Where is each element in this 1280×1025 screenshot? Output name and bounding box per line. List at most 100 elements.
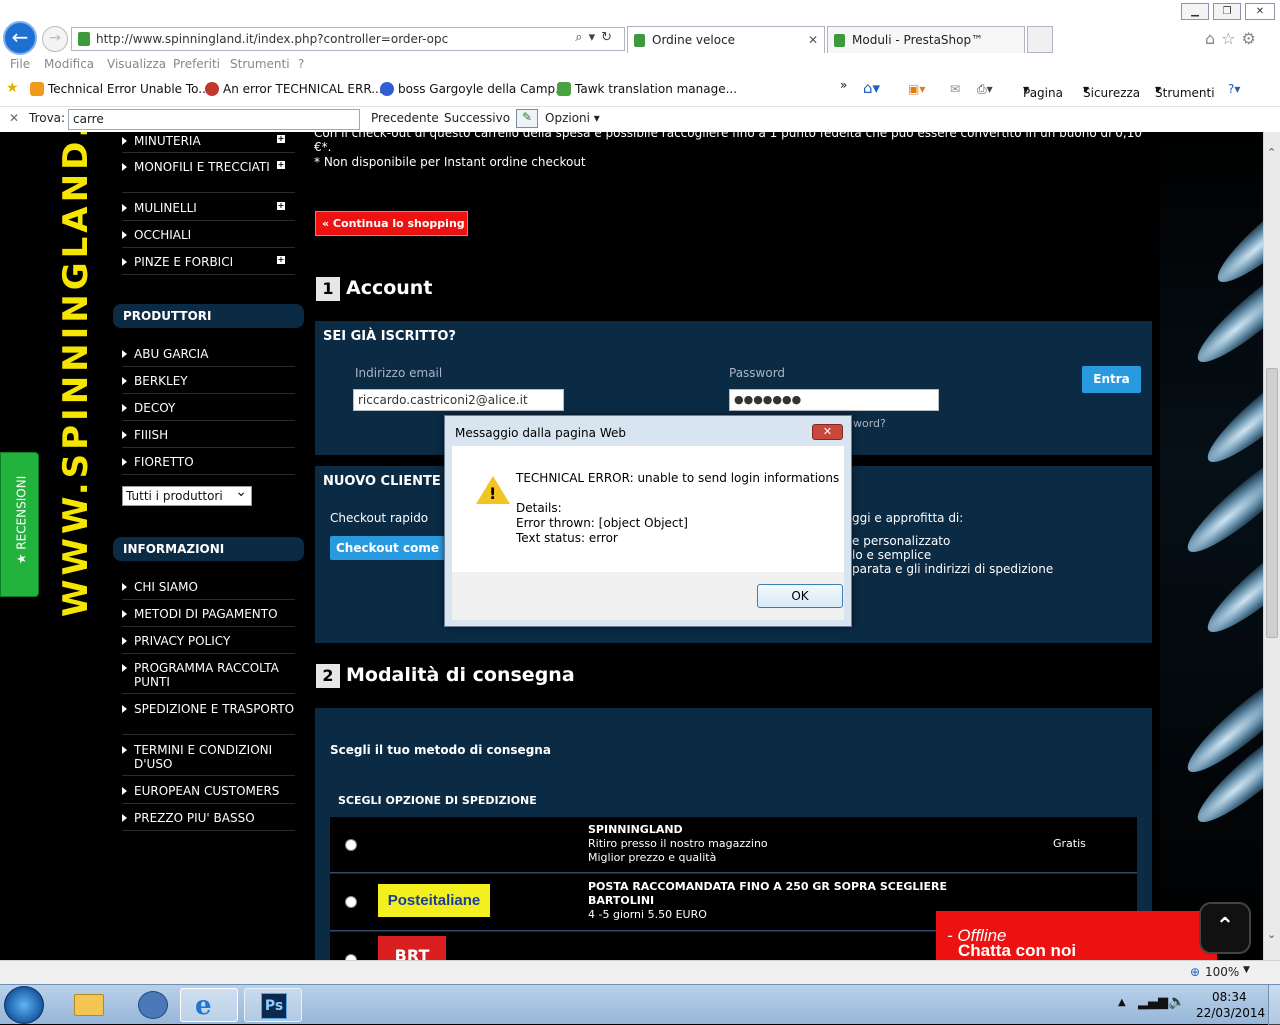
info-link[interactable]: TERMINI E CONDIZIONI D'USO — [122, 743, 295, 776]
category-pinze[interactable]: PINZE E FORBICI + — [122, 255, 295, 275]
taskbar-thunderbird-icon[interactable] — [122, 988, 182, 1022]
expand-plus-icon[interactable]: + — [277, 135, 285, 143]
taskbar-photoshop-icon[interactable]: Ps — [244, 988, 302, 1022]
shipping-detail: Miglior prezzo e qualità — [588, 851, 717, 864]
find-next-button[interactable]: Successivo — [444, 111, 510, 125]
tray-volume-icon[interactable]: 🔈 — [1168, 994, 1185, 1010]
scroll-up-icon[interactable]: ⌃ — [1267, 146, 1276, 159]
tray-expand-icon[interactable]: ▲ — [1118, 997, 1126, 1008]
category-occhiali[interactable]: OCCHIALI — [122, 228, 295, 248]
category-mulinelli[interactable]: MULINELLI + — [122, 201, 295, 221]
find-options-button[interactable]: Opzioni ▾ — [545, 111, 600, 125]
address-url[interactable]: http://www.spinningland.it/index.php?con… — [96, 32, 448, 46]
manufacturer-item[interactable]: ABU GARCIA — [122, 347, 295, 367]
info-link[interactable]: CHI SIAMO — [122, 580, 295, 600]
manufacturer-item[interactable]: FIORETTO — [122, 455, 295, 475]
info-link[interactable]: PRIVACY POLICY — [122, 634, 295, 654]
tray-date[interactable]: 22/03/2014 — [1196, 1006, 1265, 1020]
favorite-item[interactable]: boss Gargoyle della Camp... — [380, 82, 567, 96]
category-monofili[interactable]: MONOFILI E TRECCIATI + — [122, 160, 295, 193]
tab-close-icon[interactable]: ✕ — [808, 27, 818, 53]
find-previous-button[interactable]: Precedente — [371, 111, 439, 125]
chevron-more-icon[interactable]: » — [840, 78, 847, 92]
taskbar-explorer-icon[interactable] — [58, 988, 118, 1022]
dialog-close-button[interactable]: ✕ — [812, 424, 843, 440]
taskbar-ie-icon[interactable]: e — [180, 988, 238, 1022]
reviews-tab[interactable]: ★ RECENSIONI — [0, 452, 39, 597]
cart-instant-note: * Non disponibile per Instant ordine che… — [314, 155, 586, 169]
favorite-item[interactable]: Tawk translation manage... — [557, 82, 737, 96]
delivery-method-heading: Scegli il tuo metodo di consegna — [330, 743, 551, 757]
cmd-sicurezza[interactable]: Sicurezza ▾ — [1083, 82, 1140, 100]
find-input[interactable]: carre — [68, 109, 360, 130]
manufacturer-item[interactable]: FIIISH — [122, 428, 295, 448]
home-star-gear-icons[interactable]: ⌂☆⚙ — [1205, 29, 1262, 48]
window-close-button[interactable]: ✕ — [1245, 3, 1275, 20]
forward-button[interactable]: → — [42, 26, 68, 52]
scroll-to-top-button[interactable]: ⌃ — [1199, 902, 1251, 954]
manufacturers-select[interactable]: Tutti i produttori — [122, 483, 252, 506]
category-minuteria[interactable]: MINUTERIA + — [122, 134, 295, 153]
start-button[interactable] — [4, 986, 44, 1024]
menu-modifica[interactable]: Modifica — [44, 57, 94, 71]
search-refresh-icon[interactable]: ⌕▾↻ — [575, 30, 618, 45]
rss-icon[interactable]: ▣▾ — [908, 82, 925, 96]
expand-plus-icon[interactable]: + — [277, 202, 285, 210]
back-button[interactable]: ← — [3, 21, 37, 55]
expand-plus-icon[interactable]: + — [277, 256, 285, 264]
menu-strumenti[interactable]: Strumenti — [230, 57, 290, 71]
mail-icon[interactable]: ✉ — [950, 82, 960, 96]
print-icon[interactable]: ⎙▾ — [977, 82, 993, 97]
favorite-item[interactable]: An error TECHNICAL ERR... — [205, 82, 383, 96]
menu-visualizza[interactable]: Visualizza — [107, 57, 166, 71]
shipping-option-row[interactable]: SPINNINGLAND Ritiro presso il nostro mag… — [330, 817, 1137, 873]
info-link[interactable]: PREZZO PIU' BASSO — [122, 811, 295, 831]
window-minimize-button[interactable]: ▁ — [1181, 3, 1209, 20]
home-icon[interactable]: ⌂▾ — [863, 79, 880, 97]
manufacturer-item[interactable]: BERKLEY — [122, 374, 295, 394]
favorites-star-icon[interactable]: ★ — [6, 80, 19, 96]
find-close-icon[interactable]: ✕ — [9, 111, 19, 125]
cmd-pagina[interactable]: Pagina ▾ — [1023, 82, 1063, 100]
info-link[interactable]: PROGRAMMA RACCOLTA PUNTI — [122, 661, 295, 694]
zoom-level[interactable]: 100% — [1205, 965, 1239, 979]
window-restore-button[interactable]: ❐ — [1213, 3, 1241, 20]
info-link[interactable]: METODI DI PAGAMENTO — [122, 607, 295, 627]
ok-button[interactable]: OK — [757, 584, 843, 608]
expand-plus-icon[interactable]: + — [277, 161, 285, 169]
guest-checkout-button[interactable]: Checkout come o — [330, 536, 445, 560]
menu-help[interactable]: ? — [298, 57, 304, 71]
email-input[interactable]: riccardo.castriconi2@alice.it — [353, 389, 564, 411]
new-tab-button[interactable] — [1027, 26, 1053, 53]
help-icon[interactable]: ?▾ — [1228, 82, 1240, 96]
highlight-icon[interactable]: ✎ — [516, 109, 538, 128]
tab-ordine-veloce[interactable]: Ordine veloce ✕ — [627, 26, 825, 53]
shipping-radio[interactable] — [345, 896, 357, 908]
browser-chrome: ← → http://www.spinningland.it/index.php… — [0, 0, 1280, 132]
vertical-scrollbar[interactable]: ⌃ ⌄ — [1263, 132, 1280, 960]
zoom-dropdown-icon[interactable]: ▼ — [1243, 965, 1250, 975]
menu-preferiti[interactable]: Preferiti — [173, 57, 220, 71]
dialog-error-thrown: Error thrown: [object Object] — [516, 516, 688, 530]
tray-network-icon[interactable]: ▂▄▆ — [1138, 995, 1168, 1010]
menu-file[interactable]: File — [10, 57, 30, 71]
info-link[interactable]: SPEDIZIONE E TRASPORTO — [122, 702, 295, 735]
cmd-strumenti[interactable]: Strumenti ▾ — [1155, 82, 1215, 100]
tray-time[interactable]: 08:34 — [1212, 990, 1247, 1004]
zoom-icon[interactable]: ⊕ — [1190, 965, 1200, 979]
info-link[interactable]: EUROPEAN CUSTOMERS — [122, 784, 295, 804]
show-desktop-button[interactable] — [1268, 985, 1280, 1025]
find-bar: ✕ Trova: carre Precedente Successivo ✎ O… — [0, 106, 1280, 132]
login-submit-button[interactable]: Entra — [1082, 366, 1141, 393]
tab-moduli-prestashop[interactable]: Moduli - PrestaShop™ — [827, 26, 1025, 53]
forgot-password-link[interactable]: word? — [853, 417, 886, 430]
scroll-down-icon[interactable]: ⌄ — [1267, 928, 1276, 941]
scroll-thumb[interactable] — [1266, 368, 1278, 638]
chat-widget[interactable]: Chatta con noi - Offline — [936, 911, 1217, 960]
shipping-radio[interactable] — [345, 839, 357, 851]
password-input[interactable]: ●●●●●●● — [729, 389, 939, 411]
manufacturer-item[interactable]: DECOY — [122, 401, 295, 421]
continue-shopping-button[interactable]: « Continua lo shopping — [315, 211, 468, 236]
address-bar[interactable]: http://www.spinningland.it/index.php?con… — [71, 27, 625, 51]
favorite-item[interactable]: Technical Error Unable To... — [30, 82, 210, 96]
